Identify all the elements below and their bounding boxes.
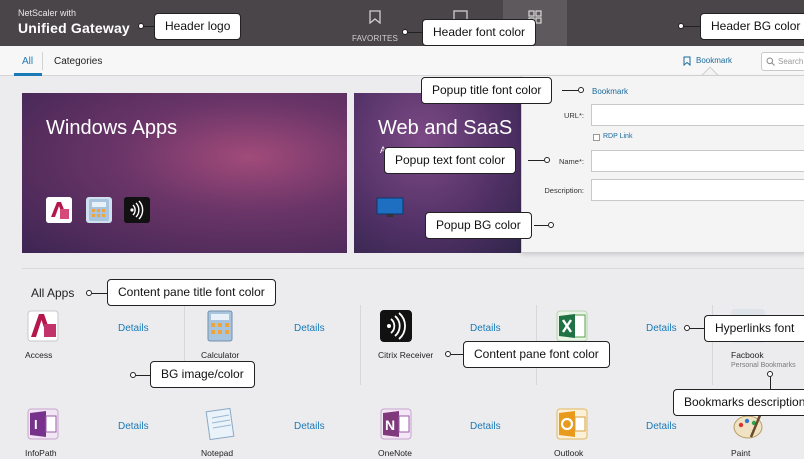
callout-anchor [544, 157, 550, 163]
callout-line [136, 375, 150, 376]
app-name[interactable]: Citrix Receiver [378, 350, 433, 360]
callout-header-font-color: Header font color [422, 19, 537, 46]
column-separator [360, 305, 361, 385]
app-name[interactable]: Facbook [731, 350, 764, 360]
search-input[interactable]: Search [761, 52, 804, 71]
svg-text:N: N [385, 417, 395, 433]
name-label-text: Name [558, 157, 579, 166]
details-link[interactable]: Details [646, 421, 677, 432]
callout-bg-image-color: BG image/color [150, 361, 255, 388]
description-label: Description: [544, 186, 584, 195]
url-label: URL*: [563, 111, 584, 120]
app-name[interactable]: Calculator [201, 350, 239, 360]
calculator-icon [86, 197, 112, 223]
callout-popup-bg-color: Popup BG color [425, 212, 532, 239]
callout-bookmarks-description: Bookmarks description [673, 389, 804, 416]
onenote-app-icon[interactable]: N [379, 407, 413, 441]
rdp-link-label: RDP Link [603, 133, 633, 140]
tab-separator [42, 52, 43, 70]
header-logo[interactable]: NetScaler with Unified Gateway [18, 8, 130, 36]
details-link[interactable]: Details [294, 421, 325, 432]
windows-apps-banner[interactable]: Windows Apps [22, 93, 347, 253]
url-field[interactable] [591, 104, 804, 126]
access-app-icon[interactable] [26, 309, 60, 343]
content-divider [22, 268, 804, 269]
callout-content-pane-font-color: Content pane font color [463, 341, 610, 368]
outlook-app-icon[interactable] [555, 407, 589, 441]
search-placeholder: Search [778, 57, 804, 66]
all-apps-title: All Apps [31, 286, 75, 300]
details-link[interactable]: Details [118, 323, 149, 334]
callout-header-logo: Header logo [154, 13, 242, 40]
callout-anchor [578, 87, 584, 93]
details-link[interactable]: Details [470, 323, 501, 334]
bookmark-icon [369, 10, 381, 24]
description-label-text: Description [544, 186, 582, 195]
app-name[interactable]: Paint [731, 448, 750, 458]
infopath-app-icon[interactable]: I [26, 407, 60, 441]
details-link[interactable]: Details [294, 323, 325, 334]
search-icon [766, 57, 775, 66]
citrix-receiver-icon [124, 197, 150, 223]
callout-content-pane-title-font-color: Content pane title font color [107, 279, 276, 306]
callout-line [690, 328, 704, 329]
callout-header-bg-color: Header BG color [700, 13, 804, 40]
popup-title: Bookmark [592, 87, 629, 96]
bookmark-small-icon [683, 56, 691, 67]
app-name[interactable]: Notepad [201, 448, 233, 458]
callout-line [528, 160, 544, 161]
app-name[interactable]: Access [25, 350, 52, 360]
logo-big-text: Unified Gateway [18, 20, 130, 36]
callout-anchor [548, 222, 554, 228]
callout-hyperlinks-font: Hyperlinks font [704, 315, 804, 342]
callout-line [144, 26, 154, 27]
calculator-app-icon[interactable] [203, 309, 237, 343]
callout-line [451, 354, 463, 355]
callout-popup-title-font-color: Popup title font color [421, 77, 553, 104]
favorites-label: FAVORITES [351, 34, 399, 43]
name-label: Name*: [558, 157, 584, 166]
header: NetScaler with Unified Gateway FAVORITES [0, 0, 804, 46]
tab-categories[interactable]: Categories [54, 56, 102, 67]
tabs-bar: All Categories Bookmark Search [0, 46, 804, 76]
citrix-receiver-app-icon[interactable] [379, 309, 413, 343]
callout-line [684, 26, 700, 27]
bookmark-description: Personal Bookmarks [731, 362, 796, 369]
bookmark-popup: Bookmark URL*: RDP Link Name*: Descripti… [521, 75, 804, 253]
app-name[interactable]: Outlook [554, 448, 583, 458]
details-link[interactable]: Details [118, 421, 149, 432]
excel-app-icon[interactable] [555, 309, 589, 343]
app-name[interactable]: OneNote [378, 448, 412, 458]
windows-apps-title: Windows Apps [46, 117, 178, 139]
callout-line [770, 377, 771, 389]
logo-small-text: NetScaler with [18, 8, 77, 18]
monitor-app-icon [376, 197, 404, 217]
url-label-text: URL [563, 111, 579, 120]
rdp-link-checkbox[interactable] [593, 134, 600, 141]
bookmark-link-label: Bookmark [696, 56, 733, 66]
callout-popup-text-font-color: Popup text font color [384, 147, 517, 174]
access-icon [46, 197, 72, 223]
callout-line [562, 90, 578, 91]
description-field[interactable] [591, 179, 804, 201]
web-saas-title: Web and SaaS [378, 117, 513, 139]
details-link[interactable]: Details [470, 421, 501, 432]
callout-line [408, 32, 422, 33]
tab-all-underline [14, 73, 42, 76]
callout-line [92, 293, 107, 294]
callout-line [534, 225, 548, 226]
app-name[interactable]: InfoPath [25, 448, 57, 458]
notepad-app-icon[interactable] [203, 407, 237, 441]
bookmark-link[interactable]: Bookmark [683, 56, 733, 67]
svg-text:I: I [34, 417, 38, 432]
favorites-nav[interactable]: FAVORITES [343, 0, 407, 46]
tab-all[interactable]: All [22, 56, 33, 67]
details-link[interactable]: Details [646, 323, 677, 334]
name-field[interactable] [591, 150, 804, 172]
